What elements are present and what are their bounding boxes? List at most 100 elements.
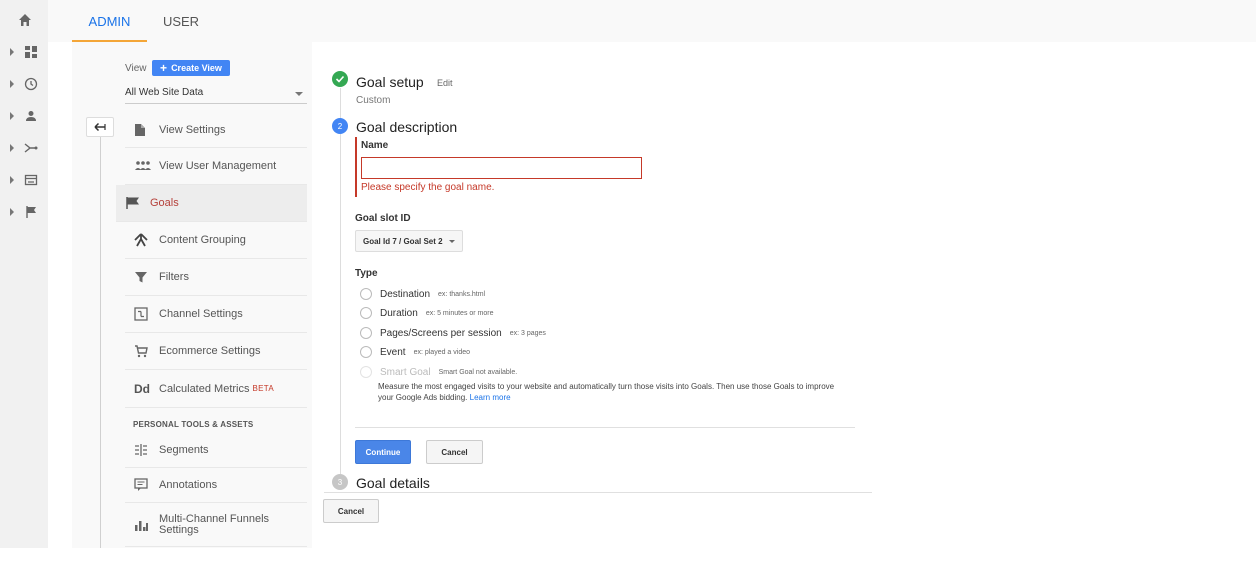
tab-user[interactable]: USER <box>157 0 205 42</box>
radio-button[interactable] <box>360 307 372 319</box>
nav-label: Filters <box>159 271 189 283</box>
chevron-down-icon <box>449 240 455 243</box>
nav-label: Ecommerce Settings <box>159 345 261 357</box>
nav-calculated-metrics[interactable]: Dd Calculated Metrics BETA <box>125 370 307 408</box>
caret-right-icon <box>10 80 14 88</box>
learn-more-link[interactable]: Learn more <box>470 393 511 402</box>
radio-example: ex: 5 minutes or more <box>425 309 494 317</box>
document-icon <box>134 122 158 138</box>
nav-segments[interactable]: Segments <box>125 432 307 468</box>
annotations-icon <box>134 477 158 493</box>
rail-behavior[interactable] <box>0 166 48 194</box>
caret-right-icon <box>10 208 14 216</box>
nav-label: Content Grouping <box>159 234 246 246</box>
nav-label: Calculated Metrics <box>159 382 250 395</box>
goal-setup-title: Goal setup <box>356 74 424 90</box>
top-tab-bar: ADMIN USER <box>48 0 1256 42</box>
nav-label: Annotations <box>159 479 218 491</box>
nav-channel-settings[interactable]: Channel Settings <box>125 296 307 333</box>
type-radio-pages-per-session[interactable]: Pages/Screens per session ex: 3 pages <box>360 326 546 340</box>
radio-label: Event <box>380 346 406 358</box>
radio-button[interactable] <box>360 346 372 358</box>
step-connector <box>340 134 341 474</box>
rail-home[interactable] <box>0 6 48 34</box>
rail-audience[interactable] <box>0 102 48 130</box>
arrow-left-icon <box>94 122 106 132</box>
rail-conversions[interactable] <box>0 198 48 226</box>
flag-icon <box>125 195 149 211</box>
bar-chart-icon <box>134 517 158 533</box>
nav-mcf-settings[interactable]: Multi-Channel Funnels Settings <box>125 503 307 547</box>
caret-right-icon <box>10 48 14 56</box>
nav-goals[interactable]: Goals <box>116 185 307 222</box>
radio-example: Smart Goal not available. <box>438 368 518 376</box>
create-view-label: Create View <box>171 63 222 73</box>
goal-slot-select[interactable]: Goal Id 7 / Goal Set 2 <box>355 230 463 252</box>
person-icon <box>26 111 36 121</box>
view-selector[interactable]: All Web Site Data <box>125 82 307 104</box>
content-grouping-icon <box>134 232 158 248</box>
goal-setup-value: Custom <box>356 95 391 106</box>
rail-acquisition[interactable] <box>0 134 48 162</box>
plus-icon: + <box>160 61 168 75</box>
radio-example: ex: thanks.html <box>438 290 486 298</box>
divider <box>324 492 872 493</box>
left-nav-rail <box>0 0 48 548</box>
nav-content-grouping[interactable]: Content Grouping <box>125 222 307 259</box>
radio-label: Smart Goal <box>380 366 431 378</box>
cart-icon <box>134 343 158 359</box>
type-radio-destination[interactable]: Destination ex: thanks.html <box>360 287 485 301</box>
goal-slot-value: Goal Id 7 / Goal Set 2 <box>363 236 443 246</box>
radio-button-disabled <box>360 366 372 378</box>
cancel-button[interactable]: Cancel <box>323 499 379 523</box>
behavior-icon <box>24 174 38 186</box>
smart-goal-description-text: Measure the most engaged visits to your … <box>378 382 835 402</box>
goal-description-title: Goal description <box>356 119 458 135</box>
segments-icon <box>134 442 158 458</box>
nav-view-settings[interactable]: View Settings <box>125 112 307 148</box>
goal-name-input[interactable] <box>361 157 642 179</box>
step-connector <box>340 88 341 120</box>
rail-dashboard[interactable] <box>0 38 48 66</box>
nav-ecommerce-settings[interactable]: Ecommerce Settings <box>125 333 307 370</box>
ga-admin-app: ADMIN USER View + Create View All Web Si… <box>0 0 1256 574</box>
radio-label: Duration <box>380 307 418 319</box>
filter-icon <box>134 269 158 285</box>
section-header-personal-tools: PERSONAL TOOLS & ASSETS <box>133 420 254 429</box>
acquisition-icon <box>24 143 38 153</box>
continue-button[interactable]: Continue <box>355 440 411 464</box>
type-radio-duration[interactable]: Duration ex: 5 minutes or more <box>360 306 494 320</box>
nav-annotations[interactable]: Annotations <box>125 468 307 503</box>
view-selector-value: All Web Site Data <box>125 87 204 98</box>
tab-admin[interactable]: ADMIN <box>72 0 147 42</box>
chevron-down-icon <box>295 92 303 96</box>
dashboard-icon <box>25 46 37 58</box>
create-view-button[interactable]: + Create View <box>152 60 230 76</box>
clock-icon <box>24 77 38 91</box>
smart-goal-description: Measure the most engaged visits to your … <box>378 381 848 403</box>
rail-realtime[interactable] <box>0 70 48 98</box>
type-label: Type <box>355 268 378 279</box>
nav-filters[interactable]: Filters <box>125 259 307 296</box>
back-button[interactable] <box>86 117 114 137</box>
type-radio-smart-goal: Smart Goal Smart Goal not available. <box>360 365 517 379</box>
divider <box>355 427 855 428</box>
goal-details-title: Goal details <box>356 475 430 491</box>
nav-view-user-management[interactable]: View User Management <box>125 148 307 185</box>
caret-right-icon <box>10 176 14 184</box>
calculated-metrics-icon: Dd <box>134 381 150 396</box>
step-complete-icon <box>332 71 348 87</box>
radio-button[interactable] <box>360 288 372 300</box>
radio-example: ex: played a video <box>413 348 471 356</box>
view-label: View <box>125 63 147 74</box>
hierarchy-line <box>100 132 101 548</box>
type-radio-event[interactable]: Event ex: played a video <box>360 345 470 359</box>
goal-setup-edit-link[interactable]: Edit <box>437 78 453 88</box>
home-icon <box>19 14 31 26</box>
radio-button[interactable] <box>360 327 372 339</box>
channel-settings-icon <box>134 306 158 322</box>
cancel-step-button[interactable]: Cancel <box>426 440 483 464</box>
goal-slot-label: Goal slot ID <box>355 213 411 224</box>
nav-label: Goals <box>150 197 179 209</box>
caret-right-icon <box>10 112 14 120</box>
